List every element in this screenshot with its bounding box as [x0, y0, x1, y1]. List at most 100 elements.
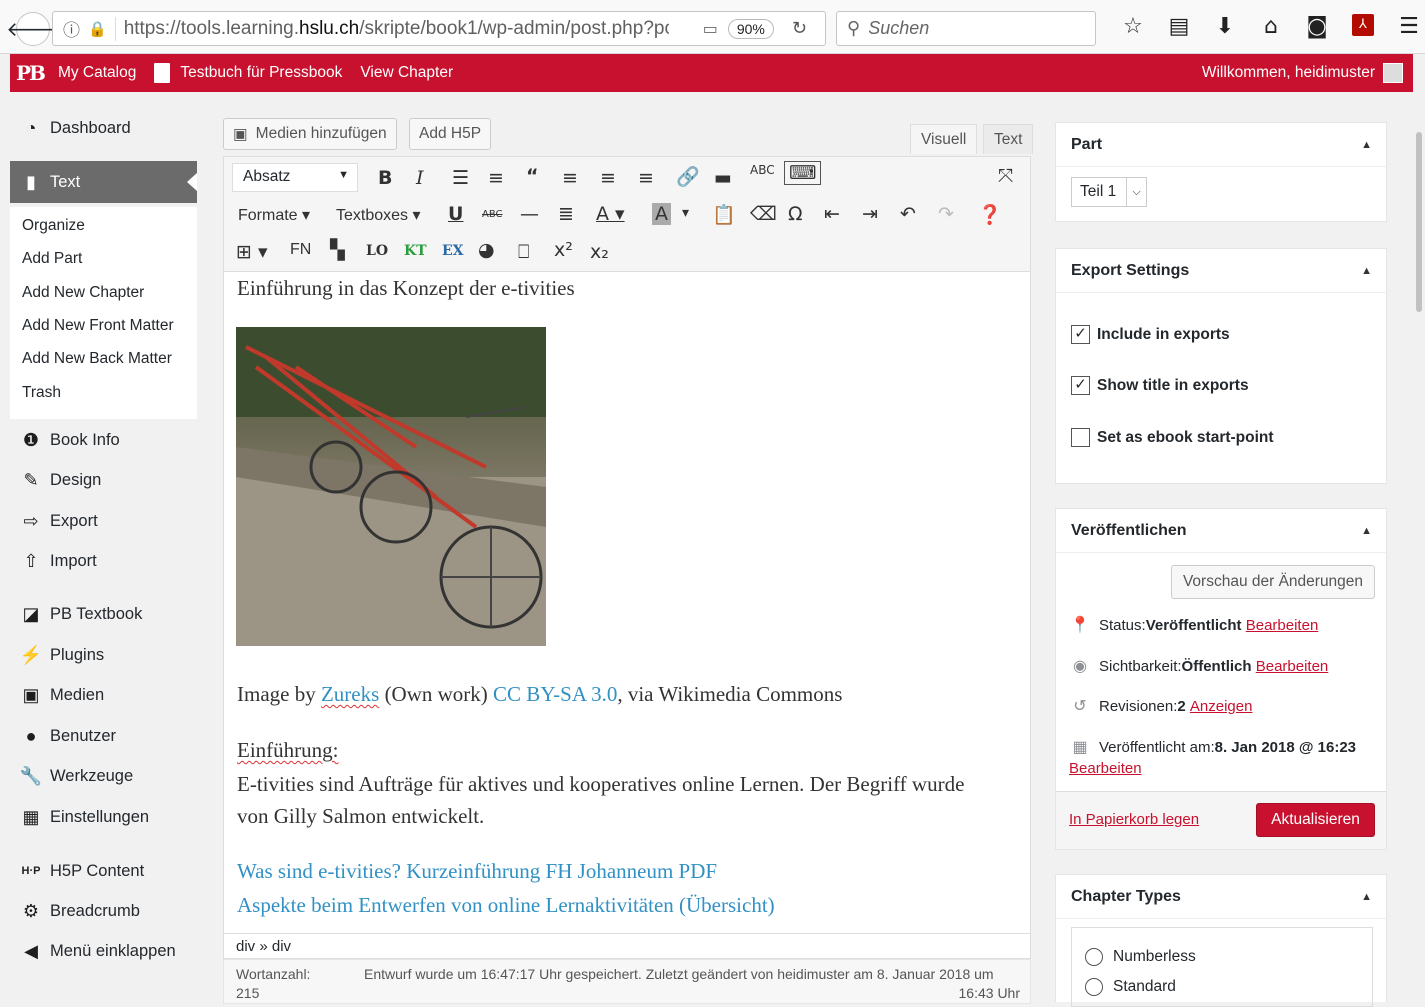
special-character-icon[interactable]: Ω	[788, 203, 803, 225]
search-input[interactable]: ⚲ Suchen	[836, 11, 1096, 46]
sidebar-item-pb-textbook[interactable]: ◪ PB Textbook	[10, 596, 197, 632]
read-more-icon[interactable]: ▬	[714, 167, 732, 189]
help-icon[interactable]: ❓	[978, 203, 1002, 226]
download-icon[interactable]: ⬇	[1202, 14, 1248, 39]
bold-icon[interactable]: B	[378, 167, 392, 189]
edit-visibility-link[interactable]: Bearbeiten	[1256, 658, 1329, 675]
tab-text[interactable]: Text	[983, 124, 1034, 154]
edit-date-link[interactable]: Bearbeiten	[1069, 760, 1142, 777]
bullet-list-icon[interactable]: ☰	[452, 167, 469, 189]
sidebar-item-medien[interactable]: ▣ Medien	[10, 677, 197, 713]
radio-numberless[interactable]: Numberless	[1085, 948, 1196, 966]
export-settings-title[interactable]: Export Settings	[1056, 249, 1386, 293]
background-color-icon[interactable]: A	[652, 203, 671, 225]
sidebar-item-breadcrumb[interactable]: ⚙ Breadcrumb	[10, 893, 197, 929]
view-chapter-link[interactable]: View Chapter	[360, 64, 453, 82]
justify-icon[interactable]: ≣	[558, 203, 574, 225]
submenu-add-new-back-matter[interactable]: Add New Back Matter	[22, 350, 172, 368]
editor-content[interactable]: Einführung in das Konzept der e-tivities	[223, 272, 1031, 933]
fullscreen-icon[interactable]: ⤧	[998, 165, 1013, 187]
sidebar-item-design[interactable]: ✎ Design	[10, 462, 197, 498]
text-color-icon[interactable]: A ▾	[596, 203, 625, 225]
license-link[interactable]: CC BY-SA 3.0	[493, 682, 617, 706]
edit-status-link[interactable]: Bearbeiten	[1246, 617, 1319, 634]
bookmark-star-icon[interactable]: ☆	[1110, 14, 1156, 39]
submenu-add-part[interactable]: Add Part	[22, 250, 82, 268]
undo-icon[interactable]: ↶	[900, 203, 916, 225]
submenu-organize[interactable]: Organize	[22, 217, 85, 235]
book-title-link[interactable]: Testbuch für Pressbook	[154, 63, 342, 83]
align-left-icon[interactable]: ≡	[562, 167, 578, 189]
footnote-button[interactable]: FN	[290, 241, 311, 259]
show-title-checkbox[interactable]: ✓ Show title in exports	[1071, 376, 1249, 395]
learning-objectives-button[interactable]: LO	[366, 243, 388, 259]
chapter-types-title[interactable]: Chapter Types	[1056, 875, 1386, 919]
formats-dropdown[interactable]: Formate ▾	[238, 205, 310, 225]
table-icon[interactable]: ⊞ ▾	[236, 241, 268, 263]
glossary-icon[interactable]: ◕	[478, 239, 495, 261]
menu-icon[interactable]: ☰	[1386, 14, 1425, 39]
show-revisions-link[interactable]: Anzeigen	[1190, 698, 1253, 715]
align-center-icon[interactable]: ≡	[600, 167, 616, 189]
radio-standard[interactable]: Standard	[1085, 978, 1176, 996]
home-icon[interactable]: ⌂	[1248, 14, 1294, 39]
zoom-level[interactable]: 90%	[727, 18, 774, 39]
include-in-exports-checkbox[interactable]: ✓ Include in exports	[1071, 325, 1230, 344]
horizontal-line-icon[interactable]: —	[520, 203, 539, 225]
sidebar-item-import[interactable]: ⇧ Import	[10, 543, 197, 579]
italic-icon[interactable]: I	[416, 167, 424, 189]
update-button[interactable]: Aktualisieren	[1256, 803, 1375, 837]
move-to-trash-link[interactable]: In Papierkorb legen	[1069, 811, 1199, 828]
publish-box-title[interactable]: Veröffentlichen	[1056, 509, 1386, 553]
link-icon[interactable]: 🔗	[676, 165, 700, 188]
subscript-icon[interactable]: x₂	[590, 241, 609, 263]
reading-list-icon[interactable]: ▤	[1156, 14, 1202, 39]
pressbooks-logo[interactable]: PB	[16, 61, 46, 85]
pdf-icon[interactable]: ⅄	[1352, 14, 1374, 36]
collapse-menu-button[interactable]: ◀ Menü einklappen	[10, 933, 197, 969]
superscript-icon[interactable]: x²	[554, 239, 573, 261]
tab-visual[interactable]: Visuell	[910, 124, 978, 154]
part-select[interactable]: Teil 1 ⌵	[1071, 177, 1147, 207]
blockquote-icon[interactable]: “	[526, 165, 539, 187]
sidebar-item-text[interactable]: ▮ Text	[10, 161, 197, 203]
sidebar-item-h5p-content[interactable]: H·P H5P Content	[10, 853, 197, 889]
underline-icon[interactable]: U	[448, 203, 463, 225]
user-menu[interactable]: Willkommen, heidimuster	[1202, 63, 1403, 83]
sidebar-item-plugins[interactable]: ⚡ Plugins	[10, 637, 197, 673]
info-icon[interactable]: ⓘ	[63, 16, 80, 41]
align-right-icon[interactable]: ≡	[638, 167, 654, 189]
add-media-button[interactable]: ▣ Medien hinzufügen	[223, 118, 397, 150]
chevron-down-icon[interactable]: ▾	[682, 205, 689, 221]
strikethrough-icon[interactable]: ABC	[482, 209, 503, 220]
sidebar-item-dashboard[interactable]: ◔ Dashboard	[10, 110, 197, 146]
ebook-start-point-checkbox[interactable]: Set as ebook start-point	[1071, 428, 1274, 447]
page-scrollbar[interactable]	[1413, 92, 1425, 1002]
my-catalog-link[interactable]: My Catalog	[58, 64, 136, 82]
link-online-activities[interactable]: Aspekte beim Entwerfen von online Lernak…	[237, 893, 775, 918]
columns-icon[interactable]: ▚	[330, 239, 345, 261]
tandem-bicycle-image[interactable]	[236, 327, 546, 646]
sidebar-item-einstellungen[interactable]: ▦ Einstellungen	[10, 799, 197, 835]
submenu-trash[interactable]: Trash	[22, 384, 61, 402]
reader-view-icon[interactable]: ▭	[703, 19, 718, 38]
redo-icon[interactable]: ↷	[938, 203, 954, 225]
back-button[interactable]: 🡐	[6, 12, 60, 46]
bookmark-icon[interactable]: ⎕	[518, 241, 529, 263]
author-link[interactable]: Zureks	[321, 682, 379, 706]
submenu-add-new-chapter[interactable]: Add New Chapter	[22, 284, 144, 302]
sidebar-item-benutzer[interactable]: ● Benutzer	[10, 718, 197, 754]
indent-icon[interactable]: ⇥	[862, 203, 878, 225]
clear-formatting-icon[interactable]: ⌫	[750, 203, 777, 225]
format-select[interactable]: Absatz ▼	[232, 163, 358, 192]
textboxes-dropdown[interactable]: Textboxes ▾	[336, 205, 421, 225]
add-h5p-button[interactable]: Add H5P	[409, 118, 492, 150]
submenu-add-new-front-matter[interactable]: Add New Front Matter	[22, 317, 174, 335]
numbered-list-icon[interactable]: ≡	[488, 167, 504, 189]
paste-text-icon[interactable]: 📋	[712, 203, 736, 226]
sidebar-item-book-info[interactable]: ❶ Book Info	[10, 422, 197, 458]
scrollbar-thumb[interactable]	[1416, 132, 1422, 312]
outdent-icon[interactable]: ⇤	[824, 203, 840, 225]
sidebar-item-export[interactable]: ⇨ Export	[10, 503, 197, 539]
toolbar-toggle-icon[interactable]: ⌨	[784, 161, 822, 185]
